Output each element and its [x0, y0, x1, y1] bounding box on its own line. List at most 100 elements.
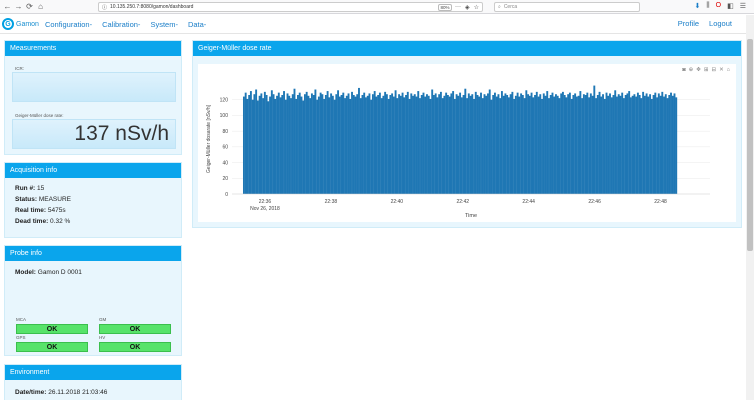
zoom-out-icon[interactable]: ⊟	[711, 67, 716, 73]
x-axis-title: Time	[465, 213, 477, 219]
nav-configuration[interactable]: Configuration-	[45, 20, 92, 29]
bar	[603, 98, 606, 194]
bar	[642, 91, 645, 194]
bar	[591, 95, 594, 194]
download-icon[interactable]: ⬇	[695, 2, 701, 10]
bar	[349, 98, 352, 194]
bar	[668, 95, 671, 194]
chart-modebar: ◙ ⊕ ✥ ⊞ ⊟ ✕ ⌂	[682, 67, 730, 73]
dose-value-box: 137 nSv/h	[12, 119, 176, 149]
bar	[445, 92, 448, 194]
nav-profile[interactable]: Profile	[678, 19, 699, 28]
bar	[328, 97, 331, 194]
status-value: MEASURE	[38, 196, 71, 203]
library-icon[interactable]: ⫼	[706, 2, 709, 10]
bar	[302, 100, 305, 194]
dose-rate-chart[interactable]: 0 20 40 60 80 100 120 22:36Nov 26, 2018 22:38 22:…	[198, 64, 736, 222]
bar	[335, 94, 338, 194]
bar	[577, 95, 580, 194]
page-scrollbar[interactable]	[746, 15, 754, 400]
url-bar[interactable]: ⓘ 10.135.250.7:8080/gamon/dashboard 80% …	[98, 2, 483, 12]
bar	[595, 98, 597, 194]
reset-icon[interactable]: ⌂	[727, 67, 730, 73]
bar	[439, 91, 442, 194]
nav-calibration[interactable]: Calibration-	[102, 20, 140, 29]
autoscale-icon[interactable]: ✕	[719, 67, 724, 73]
camera-icon[interactable]: ◙	[682, 67, 685, 73]
bar	[560, 93, 563, 194]
menu-icon[interactable]: ☰	[740, 2, 746, 10]
bar	[363, 92, 366, 194]
bar	[371, 94, 374, 194]
bar	[464, 88, 467, 194]
scrollbar-thumb[interactable]	[747, 39, 753, 251]
pan-icon[interactable]: ✥	[696, 67, 701, 73]
bar	[544, 95, 547, 194]
mca-status: OK	[16, 324, 88, 334]
bar	[511, 91, 514, 194]
gps-status: OK	[16, 342, 88, 352]
bar	[474, 91, 477, 194]
bar	[656, 97, 659, 194]
bar	[246, 98, 249, 194]
datetime-line: Date/time: 26.11.2018 21:03:46	[15, 389, 107, 396]
bar	[351, 91, 353, 194]
back-icon[interactable]: ←	[2, 1, 13, 12]
bar	[650, 98, 653, 194]
bar	[671, 95, 674, 194]
hv-label: HV	[99, 335, 106, 340]
bar	[344, 98, 346, 194]
reload-icon[interactable]: ⟳	[24, 1, 35, 12]
bar	[473, 98, 475, 194]
search-input[interactable]: ⌕ Cerca	[494, 2, 640, 12]
pocket-icon[interactable]: ◈	[465, 4, 470, 11]
bar	[497, 94, 500, 194]
bar	[661, 91, 664, 194]
bar	[450, 93, 453, 194]
dead-time-label: Dead time:	[15, 218, 49, 225]
forward-icon[interactable]: →	[13, 1, 24, 12]
page-actions-icon[interactable]: ···	[455, 4, 461, 11]
acquisition-panel: Acquisition info Run #: 15 Status: MEASU…	[4, 162, 182, 238]
zoom-in-icon[interactable]: ⊞	[704, 67, 709, 73]
bar	[500, 91, 503, 194]
bar	[249, 91, 252, 194]
bar	[551, 92, 554, 194]
bar	[365, 97, 367, 194]
bar	[649, 94, 652, 194]
bar	[530, 92, 533, 194]
opera-icon[interactable]: O	[716, 2, 721, 10]
bar	[305, 91, 308, 194]
bar	[310, 93, 313, 194]
run-label: Run #:	[15, 185, 36, 192]
nav-system[interactable]: System-	[150, 20, 178, 29]
bar	[631, 95, 634, 194]
bar	[375, 96, 378, 194]
nav-data[interactable]: Data-	[188, 20, 206, 29]
bar	[494, 92, 496, 194]
bar	[347, 93, 350, 194]
bar	[488, 89, 491, 194]
bar	[546, 91, 549, 194]
model-line: Model: Gamon D 0001	[15, 269, 82, 276]
home-icon[interactable]: ⌂	[35, 1, 46, 12]
bar	[575, 96, 578, 194]
bar	[539, 94, 542, 194]
dose-value: 137 nSv/h	[74, 122, 169, 145]
bar	[673, 93, 676, 194]
nav-logout[interactable]: Logout	[709, 19, 732, 28]
bar	[412, 95, 414, 194]
zoom-indicator[interactable]: 80%	[438, 4, 452, 11]
bar	[277, 92, 280, 194]
bar	[405, 95, 407, 194]
logo[interactable]: G Gamon	[2, 18, 39, 30]
bar	[574, 93, 577, 194]
bookmark-star-icon[interactable]: ☆	[474, 4, 479, 11]
datetime-label: Date/time:	[15, 389, 47, 396]
extension-icon[interactable]: ◧	[727, 2, 734, 10]
zoom-icon[interactable]: ⊕	[689, 67, 694, 73]
bar	[513, 98, 516, 194]
y-tick-label: 80	[222, 129, 228, 135]
bar	[609, 93, 611, 194]
bar	[675, 97, 678, 194]
